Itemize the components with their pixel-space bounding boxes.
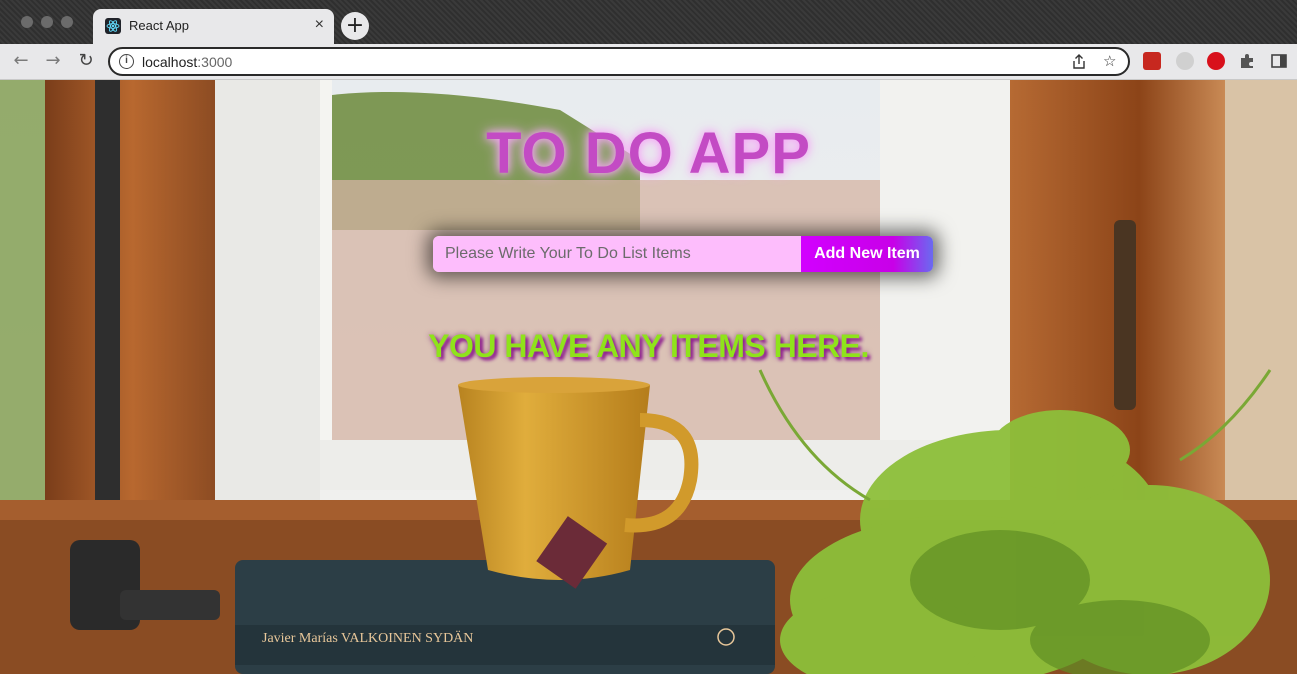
add-new-item-button[interactable]: Add New Item <box>801 236 933 272</box>
extensions-puzzle-icon[interactable] <box>1238 52 1256 70</box>
browser-tab-bar: React App × + <box>0 0 1297 44</box>
react-favicon <box>105 18 121 34</box>
back-arrow-icon[interactable]: ← <box>10 50 32 72</box>
tab-close-icon[interactable]: × <box>315 16 324 34</box>
url-text[interactable]: localhost:3000 <box>142 54 232 70</box>
address-bar[interactable]: i localhost:3000 ☆ <box>108 47 1130 76</box>
window-zoom-dot[interactable] <box>61 16 73 28</box>
forward-arrow-icon[interactable]: → <box>42 50 64 72</box>
extension-red-icon[interactable] <box>1143 52 1161 70</box>
star-icon[interactable]: ☆ <box>1103 52 1116 70</box>
tab-react-app[interactable]: React App × <box>93 9 334 44</box>
add-item-form: Add New Item <box>433 236 933 272</box>
window-close-dot[interactable] <box>21 16 33 28</box>
todo-item-input[interactable] <box>433 236 801 272</box>
new-tab-button[interactable]: + <box>341 12 369 40</box>
reload-icon[interactable]: ↻ <box>75 50 97 72</box>
sidebar-icon[interactable] <box>1270 52 1288 70</box>
svg-text:Javier Marías VALKOINEN SYDÄ: Javier Marías VALKOINEN SYDÄN <box>262 629 473 646</box>
window-minimize-dot[interactable] <box>41 16 53 28</box>
extension-adblock-icon[interactable] <box>1207 52 1225 70</box>
app-title: TO DO APP <box>486 121 811 186</box>
share-icon[interactable] <box>1072 54 1086 70</box>
info-icon[interactable]: i <box>119 54 134 69</box>
empty-list-message: YOU HAVE ANY ITEMS HERE. <box>428 328 869 364</box>
browser-toolbar: ← → ↻ i localhost:3000 ☆ <box>0 44 1297 80</box>
tab-title: React App <box>129 18 189 33</box>
extension-gray-icon[interactable] <box>1176 52 1194 70</box>
page-viewport: Javier Marías VALKOINEN SYDÄN TO DO APP … <box>0 80 1297 674</box>
